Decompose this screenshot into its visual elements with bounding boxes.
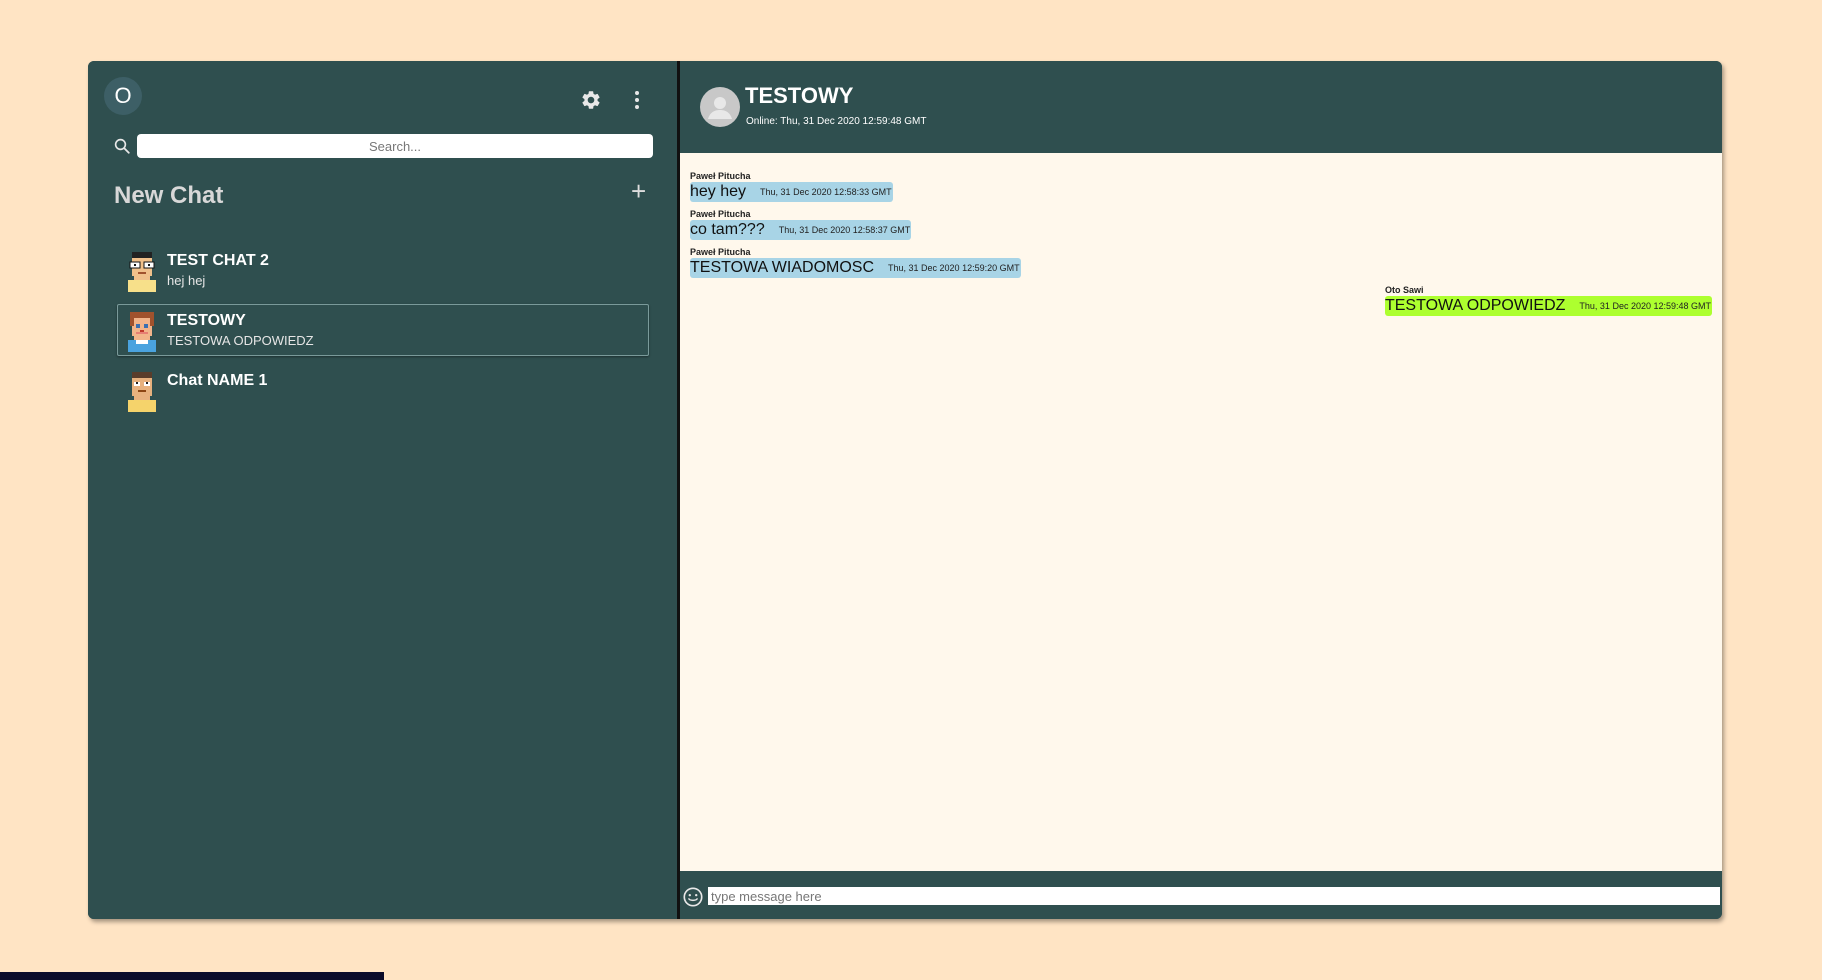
chat-item-chat-name-1[interactable]: Chat NAME 1 [117, 364, 649, 416]
avatar [128, 312, 156, 352]
message-time: Thu, 31 Dec 2020 12:58:37 GMT [778, 225, 911, 235]
message-author: Oto Sawi [1384, 285, 1424, 295]
message: Paweł Pitucha TESTOWA WIADOMOSC Thu, 31 … [690, 247, 1712, 278]
chat-last-message: hej hej [167, 273, 206, 288]
message-time: Thu, 31 Dec 2020 12:59:48 GMT [1579, 301, 1711, 311]
message-text: hey hey [690, 183, 747, 200]
message-bubble[interactable]: hey hey Thu, 31 Dec 2020 12:58:33 GMT [690, 182, 893, 202]
chat-main: TESTOWY Online: Thu, 31 Dec 2020 12:59:4… [680, 61, 1722, 919]
message-text: TESTOWA WIADOMOSC [690, 259, 875, 276]
chat-name: TEST CHAT 2 [167, 252, 269, 269]
message-bubble[interactable]: TESTOWA ODPOWIEDZ Thu, 31 Dec 2020 12:59… [1384, 296, 1712, 316]
message-bubble[interactable]: TESTOWA WIADOMOSC Thu, 31 Dec 2020 12:59… [690, 258, 1021, 278]
message-own: Oto Sawi TESTOWA ODPOWIEDZ Thu, 31 Dec 2… [690, 285, 1712, 316]
user-avatar[interactable]: O [104, 77, 142, 115]
message-author: Paweł Pitucha [690, 209, 751, 219]
chat-app: O New Chat + [88, 61, 1722, 919]
message-input[interactable] [708, 887, 1720, 905]
online-status: Online: Thu, 31 Dec 2020 12:59:48 GMT [746, 116, 927, 127]
more-vertical-icon[interactable] [633, 90, 641, 115]
message-author: Paweł Pitucha [690, 171, 751, 181]
status-strip [0, 972, 384, 980]
message-time: Thu, 31 Dec 2020 12:59:20 GMT [888, 263, 1020, 273]
contact-avatar[interactable] [700, 87, 740, 127]
new-chat-title[interactable]: New Chat [114, 182, 223, 210]
composer [680, 871, 1722, 919]
message-author: Paweł Pitucha [690, 247, 751, 257]
message-text: TESTOWA ODPOWIEDZ [1384, 297, 1566, 314]
chat-item-test-chat-2[interactable]: TEST CHAT 2 hej hej [117, 244, 649, 296]
chat-last-message: TESTOWA ODPOWIEDZ [167, 333, 314, 348]
emoji-icon[interactable] [682, 886, 704, 913]
search-icon [113, 137, 131, 160]
avatar [128, 372, 156, 412]
chat-title: TESTOWY [745, 83, 854, 108]
message-list: Paweł Pitucha hey hey Thu, 31 Dec 2020 1… [680, 153, 1722, 871]
message-bubble[interactable]: co tam??? Thu, 31 Dec 2020 12:58:37 GMT [690, 220, 912, 240]
message: Paweł Pitucha co tam??? Thu, 31 Dec 2020… [690, 209, 1712, 240]
message: Paweł Pitucha hey hey Thu, 31 Dec 2020 1… [690, 171, 1712, 202]
plus-icon[interactable]: + [631, 178, 646, 204]
avatar [128, 252, 156, 292]
message-text: co tam??? [690, 221, 765, 238]
message-time: Thu, 31 Dec 2020 12:58:33 GMT [760, 187, 892, 197]
gear-icon[interactable] [580, 89, 602, 116]
chat-header: TESTOWY Online: Thu, 31 Dec 2020 12:59:4… [680, 61, 1722, 153]
search-input[interactable] [137, 134, 653, 158]
chat-name: Chat NAME 1 [167, 372, 268, 389]
chat-item-testowy[interactable]: TESTOWY TESTOWA ODPOWIEDZ [117, 304, 649, 356]
chat-list: TEST CHAT 2 hej hej TESTOWY TESTOWA ODPO… [117, 244, 649, 424]
search-bar [113, 134, 654, 160]
chat-name: TESTOWY [167, 312, 246, 329]
sidebar: O New Chat + [88, 61, 680, 919]
